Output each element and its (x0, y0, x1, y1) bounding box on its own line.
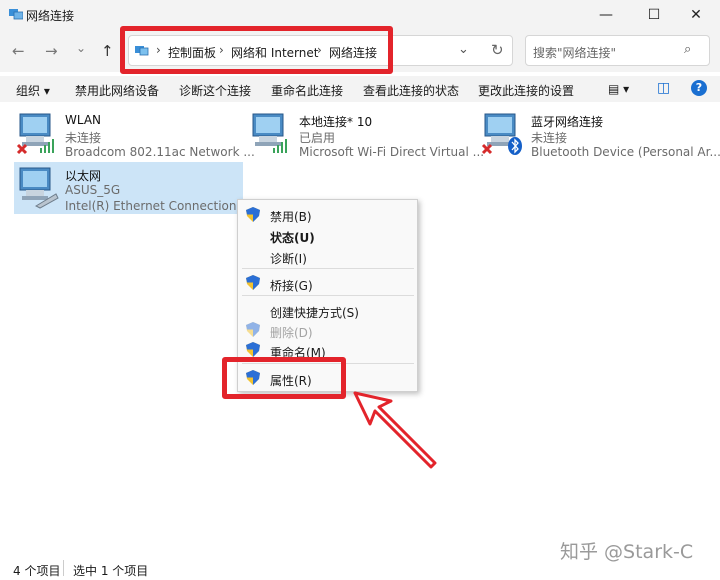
connection-name[interactable]: 以太网 (65, 167, 101, 184)
wlan-adapter-icon[interactable] (16, 112, 60, 156)
menu-item-create-shortcut[interactable]: 创建快捷方式(S) (270, 304, 359, 321)
search-icon[interactable]: ⌕ (684, 42, 691, 57)
rename-button[interactable]: 重命名此连接 (271, 82, 343, 99)
uac-shield-icon (246, 322, 260, 337)
bluetooth-adapter-icon[interactable] (481, 112, 525, 156)
recent-locations-button[interactable]: ⌄ (76, 41, 86, 55)
status-divider (63, 560, 64, 576)
menu-item-delete: 删除(D) (270, 326, 313, 340)
menu-item-status[interactable]: 状态(U) (270, 229, 315, 246)
annotation-highlight-address (120, 26, 393, 74)
view-options-button[interactable]: ▤ ▾ (608, 82, 629, 96)
connection-device: Broadcom 802.11ac Network ... (65, 145, 255, 159)
connection-status: 已启用 (299, 131, 336, 145)
search-placeholder: 搜索"网络连接" (533, 46, 617, 60)
view-status-button[interactable]: 查看此连接的状态 (363, 82, 459, 99)
maximize-button[interactable]: ☐ (634, 0, 674, 30)
connection-name[interactable]: 本地连接* 10 (299, 113, 372, 130)
menu-divider (242, 295, 414, 296)
connection-status: 未连接 (531, 131, 568, 145)
window-title: 网络连接 (26, 9, 75, 23)
selected-count: 选中 1 个项目 (73, 564, 149, 578)
local-connection-icon[interactable] (249, 112, 293, 156)
annotation-arrow-icon (353, 391, 437, 469)
connection-device: Microsoft Wi-Fi Direct Virtual ... (299, 145, 485, 159)
forward-button[interactable]: → (45, 42, 58, 60)
connection-status: ASUS_5G (65, 183, 121, 197)
close-button[interactable]: ✕ (676, 0, 716, 30)
back-button[interactable]: ← (12, 42, 25, 60)
connection-name[interactable]: 蓝牙网络连接 (531, 113, 603, 130)
disable-device-button[interactable]: 禁用此网络设备 (75, 82, 159, 99)
item-count: 4 个项目 (13, 564, 61, 578)
uac-shield-icon (246, 342, 260, 357)
organize-button[interactable]: 组织 ▾ (16, 82, 50, 99)
connection-device: Intel(R) Ethernet Connection (... (65, 199, 257, 213)
preview-pane-icon[interactable]: ◫ (657, 80, 670, 96)
menu-item-diagnose[interactable]: 诊断(I) (270, 250, 307, 267)
ethernet-adapter-icon[interactable] (16, 166, 60, 210)
address-dropdown-button[interactable]: ⌄ (458, 42, 469, 57)
annotation-highlight-properties (222, 357, 346, 399)
network-folder-icon (9, 9, 23, 20)
change-settings-button[interactable]: 更改此连接的设置 (478, 82, 574, 99)
help-icon[interactable]: ? (691, 80, 707, 96)
up-button[interactable]: ↑ (101, 42, 114, 60)
connection-name[interactable]: WLAN (65, 113, 101, 127)
watermark: 知乎 @Stark-C (560, 541, 694, 563)
connection-status: 未连接 (65, 131, 102, 145)
uac-shield-icon (246, 207, 260, 222)
menu-item-disable[interactable]: 禁用(B) (270, 208, 312, 225)
menu-item-bridge[interactable]: 桥接(G) (270, 277, 313, 294)
diagnose-button[interactable]: 诊断这个连接 (179, 82, 251, 99)
uac-shield-icon (246, 275, 260, 290)
refresh-button[interactable]: ↻ (491, 41, 504, 59)
menu-divider (242, 268, 414, 269)
minimize-button[interactable]: — (586, 0, 626, 30)
connection-device: Bluetooth Device (Personal Ar... (531, 145, 720, 159)
